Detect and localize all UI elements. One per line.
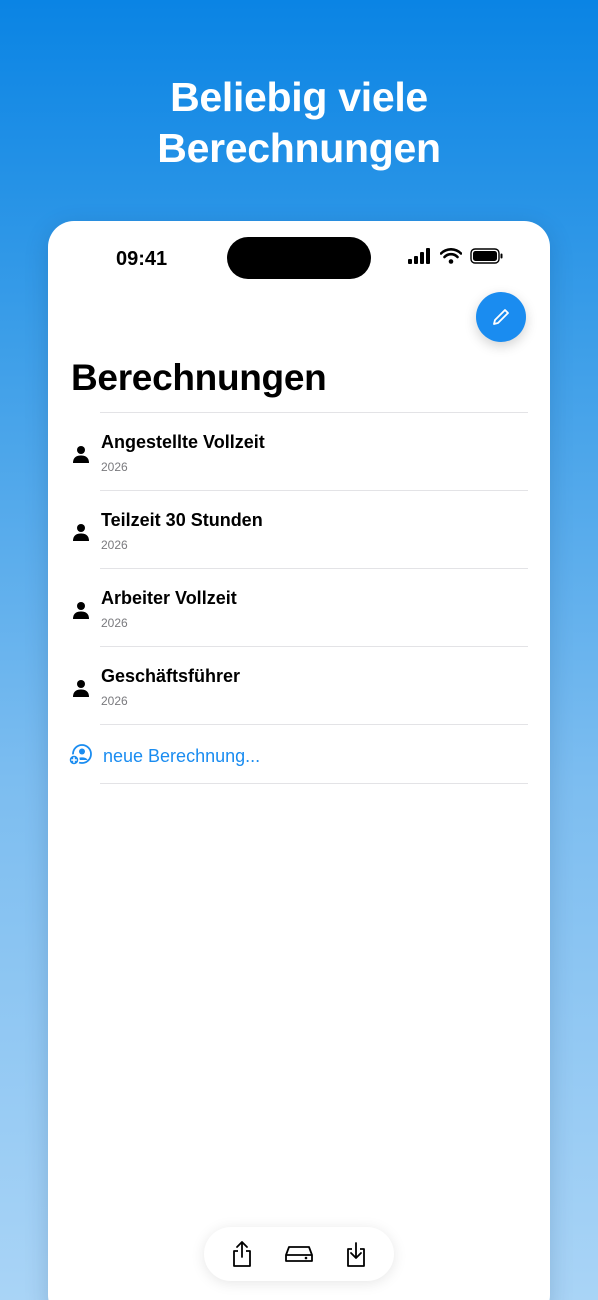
dynamic-island xyxy=(227,237,371,279)
divider xyxy=(100,783,528,784)
person-icon xyxy=(73,446,89,463)
edit-button[interactable] xyxy=(476,292,526,342)
item-year: 2026 xyxy=(101,460,128,474)
calculation-list: Angestellte Vollzeit 2026 Teilzeit 30 St… xyxy=(48,412,550,784)
share-button[interactable] xyxy=(223,1235,261,1273)
phone-screen: 09:41 Berechnungen Angestellte Vollzeit … xyxy=(48,221,550,1300)
wifi-icon xyxy=(440,248,462,264)
storage-button[interactable] xyxy=(280,1235,318,1273)
headline-line-1: Beliebig viele xyxy=(170,74,428,120)
bottom-toolbar xyxy=(204,1227,394,1281)
list-item[interactable]: Arbeiter Vollzeit 2026 xyxy=(48,569,550,646)
share-icon xyxy=(233,1241,252,1267)
add-person-icon xyxy=(68,744,92,766)
item-year: 2026 xyxy=(101,694,128,708)
new-calculation-button[interactable]: neue Berechnung... xyxy=(48,725,550,783)
download-icon xyxy=(346,1242,365,1267)
list-item[interactable]: Geschäftsführer 2026 xyxy=(48,647,550,724)
list-item[interactable]: Teilzeit 30 Stunden 2026 xyxy=(48,491,550,568)
item-year: 2026 xyxy=(101,538,128,552)
status-icons xyxy=(408,248,504,264)
item-name: Angestellte Vollzeit xyxy=(101,432,265,452)
download-button[interactable] xyxy=(337,1235,375,1273)
item-name: Geschäftsführer xyxy=(101,666,241,686)
battery-icon xyxy=(470,248,503,264)
item-name: Teilzeit 30 Stunden xyxy=(101,510,263,530)
storage-icon xyxy=(285,1246,313,1262)
person-icon xyxy=(73,524,89,541)
new-calculation-label: neue Berechnung... xyxy=(103,746,261,766)
cellular-signal-icon xyxy=(408,248,430,264)
list-item[interactable]: Angestellte Vollzeit 2026 xyxy=(48,413,550,490)
status-time: 09:41 xyxy=(116,248,168,270)
headline: Beliebig viele Berechnungen xyxy=(0,72,598,174)
page-title: Berechnungen xyxy=(71,357,327,398)
person-icon xyxy=(73,680,89,697)
item-name: Arbeiter Vollzeit xyxy=(101,588,237,608)
pencil-icon xyxy=(493,309,509,325)
person-icon xyxy=(73,602,89,619)
item-year: 2026 xyxy=(101,616,128,630)
headline-line-2: Berechnungen xyxy=(157,125,441,171)
